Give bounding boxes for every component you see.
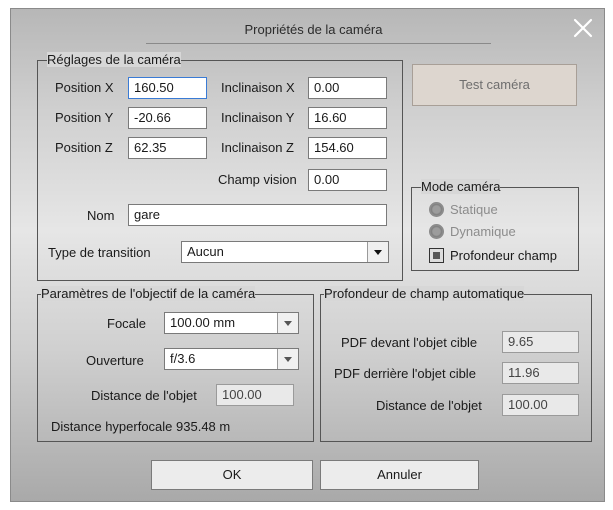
- inclination-x-label: Inclinaison X: [221, 80, 295, 95]
- dynamic-radio[interactable]: [429, 224, 444, 239]
- auto-object-distance-label: Distance de l'objet: [376, 398, 482, 413]
- dialog-title: Propriétés de la caméra: [244, 22, 383, 37]
- position-y-label: Position Y: [55, 110, 114, 125]
- inclination-z-label: Inclinaison Z: [221, 140, 294, 155]
- cancel-button[interactable]: Annuler: [320, 460, 479, 490]
- static-label: Statique: [450, 202, 498, 217]
- camera-mode-legend: Mode caméra: [421, 179, 501, 194]
- dof-front-label: PDF devant l'objet cible: [341, 335, 478, 350]
- name-input[interactable]: gare: [128, 204, 387, 226]
- position-x-label: Position X: [55, 80, 114, 95]
- focal-label: Focale: [107, 316, 147, 331]
- title-bar: Propriétés de la caméra: [11, 9, 604, 49]
- test-camera-button[interactable]: Test caméra: [412, 64, 577, 106]
- aperture-value: f/3.6: [170, 351, 196, 366]
- camera-properties-dialog: Propriétés de la caméra Réglages de la c…: [10, 8, 605, 502]
- hyperfocal-distance-text: Distance hyperfocale 935.48 m: [51, 419, 231, 434]
- transition-type-label: Type de transition: [48, 245, 151, 260]
- focal-value: 100.00 mm: [170, 315, 236, 330]
- position-z-input[interactable]: 62.35: [128, 137, 207, 159]
- field-of-view-input[interactable]: 0.00: [308, 169, 387, 191]
- auto-object-distance-field: 100.00: [502, 394, 579, 416]
- ok-button[interactable]: OK: [151, 460, 313, 490]
- chevron-down-icon[interactable]: [367, 242, 388, 262]
- aperture-select[interactable]: f/3.6: [164, 348, 299, 370]
- chevron-down-icon[interactable]: [277, 349, 298, 369]
- inclination-z-input[interactable]: 154.60: [308, 137, 387, 159]
- inclination-y-input[interactable]: 16.60: [308, 107, 387, 129]
- focal-select[interactable]: 100.00 mm: [164, 312, 299, 334]
- title-divider: [146, 43, 491, 44]
- chevron-down-icon[interactable]: [277, 313, 298, 333]
- dof-back-label: PDF derrière l'objet cible: [334, 366, 476, 381]
- position-y-input[interactable]: -20.66: [128, 107, 207, 129]
- depth-of-field-checkbox[interactable]: [429, 248, 444, 263]
- camera-settings-legend: Réglages de la caméra: [47, 52, 181, 67]
- close-icon[interactable]: [570, 15, 596, 41]
- object-distance-label: Distance de l'objet: [91, 388, 197, 403]
- inclination-x-input[interactable]: 0.00: [308, 77, 387, 99]
- auto-depth-of-field-legend: Profondeur de champ automatique: [324, 286, 525, 301]
- position-x-input[interactable]: 160.50: [128, 77, 207, 99]
- dof-back-field: 11.96: [502, 362, 579, 384]
- aperture-label: Ouverture: [86, 353, 144, 368]
- object-distance-field: 100.00: [216, 384, 294, 406]
- field-of-view-label: Champ vision: [218, 172, 297, 187]
- dof-front-field: 9.65: [502, 331, 579, 353]
- transition-type-value: Aucun: [187, 244, 224, 259]
- transition-type-select[interactable]: Aucun: [181, 241, 389, 263]
- dynamic-label: Dynamique: [450, 224, 516, 239]
- inclination-y-label: Inclinaison Y: [221, 110, 295, 125]
- name-label: Nom: [87, 208, 115, 223]
- depth-of-field-label: Profondeur champ: [450, 248, 557, 263]
- lens-parameters-legend: Paramètres de l'objectif de la caméra: [41, 286, 256, 301]
- static-radio[interactable]: [429, 202, 444, 217]
- position-z-label: Position Z: [55, 140, 113, 155]
